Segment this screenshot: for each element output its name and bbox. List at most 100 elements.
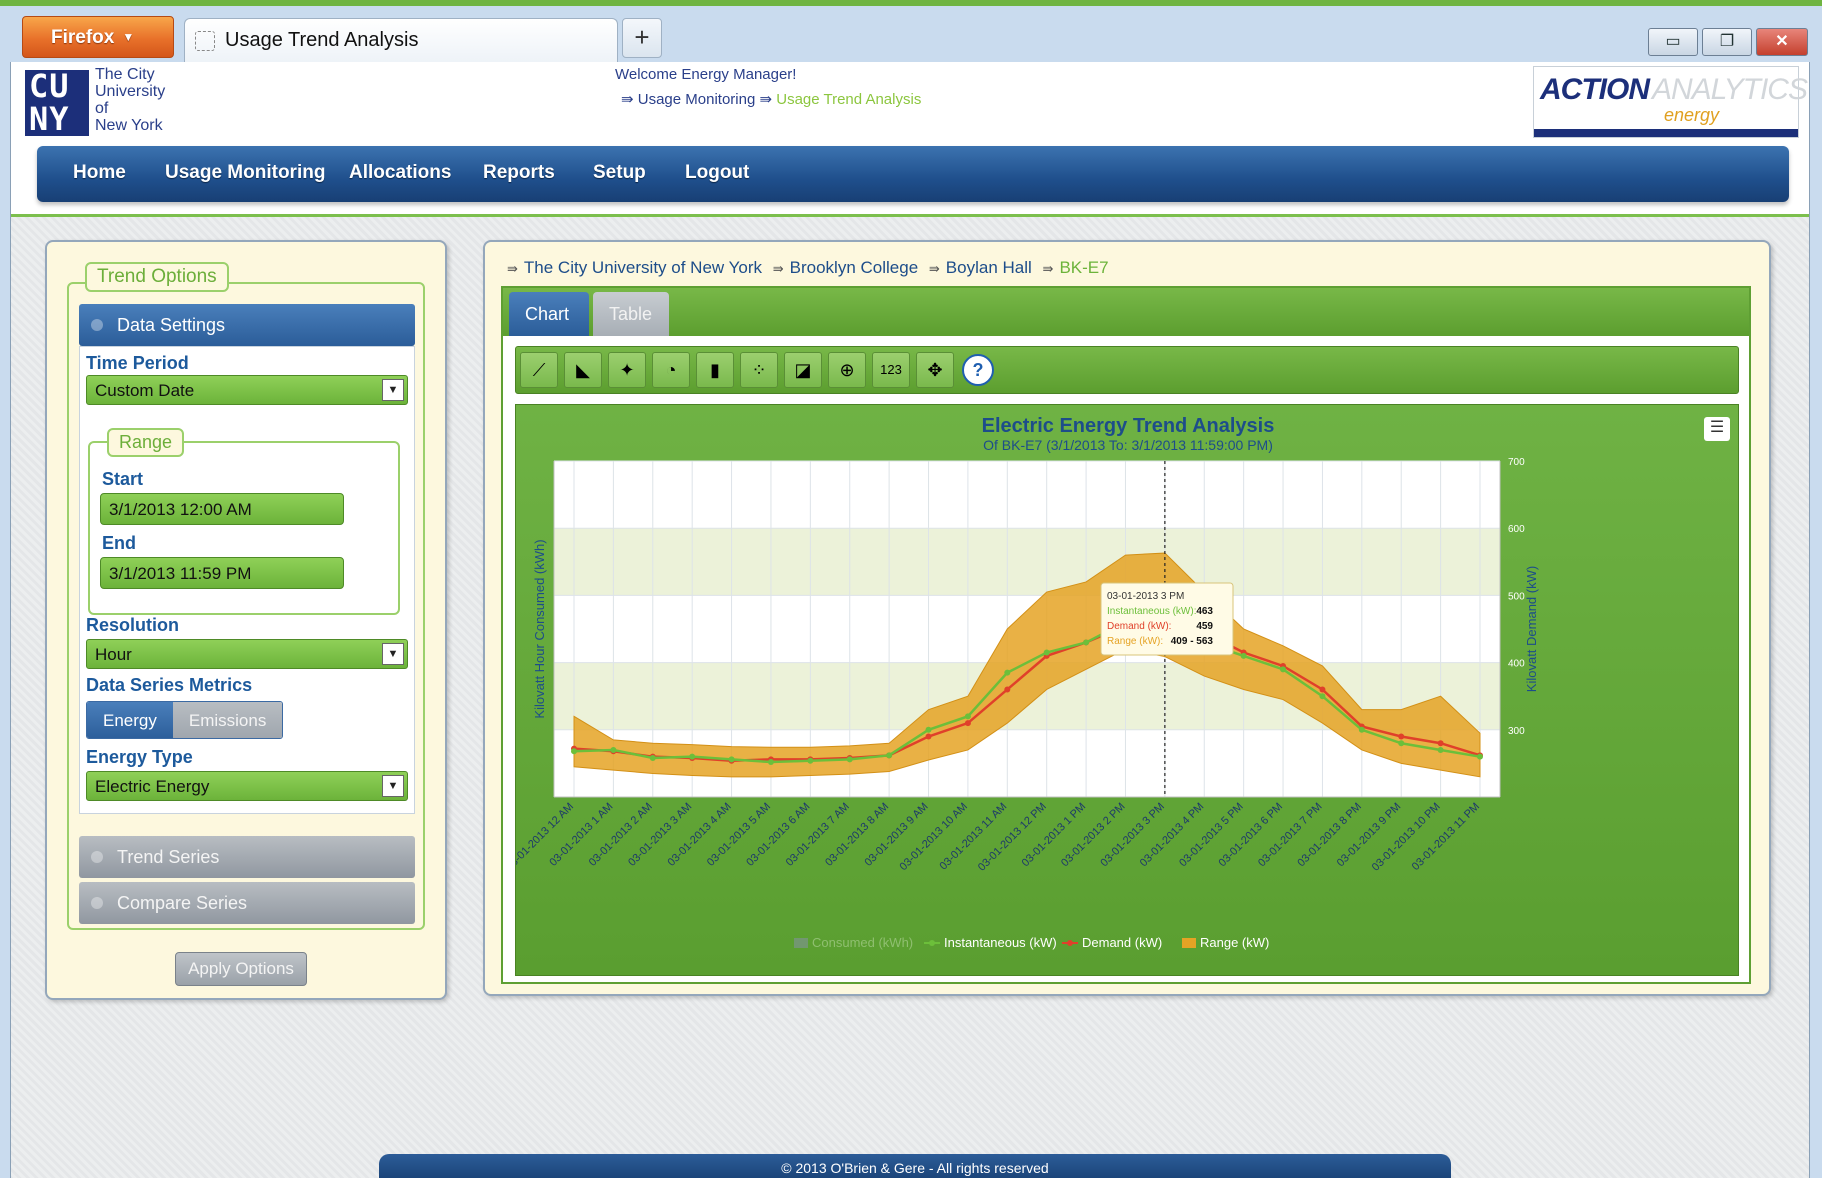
time-period-label: Time Period — [86, 353, 189, 373]
expand-icon — [91, 319, 103, 331]
area-chart-icon[interactable]: ◣ — [564, 352, 602, 388]
time-period-select[interactable]: Custom Date ▼ — [86, 375, 408, 405]
series-instantaneous-point — [846, 756, 853, 763]
tab-table[interactable]: Table — [593, 292, 669, 336]
trend-series-header[interactable]: Trend Series — [79, 836, 415, 878]
range-legend: Range — [107, 428, 185, 457]
breadcrumb-arrow-icon: ⇛ — [621, 91, 638, 108]
series-instantaneous-point — [610, 746, 617, 753]
number-icon[interactable]: 123 — [872, 352, 910, 388]
metrics-label: Data Series Metrics — [86, 675, 253, 695]
end-date-input[interactable]: 3/1/2013 11:59 PM — [100, 557, 344, 589]
pie-chart-icon[interactable]: ◔ — [652, 352, 690, 388]
energy-type-select[interactable]: Electric Energy ▼ — [86, 771, 408, 801]
emissions-toggle[interactable]: Emissions — [172, 702, 283, 738]
chart-toolbar: ⟋ ◣ ✦ ◔ ▮ ⁘ ◪ ⊕ 123 ✥ ? — [515, 346, 1739, 394]
footer: © 2013 O'Brien & Gere - All rights reser… — [379, 1154, 1451, 1178]
new-tab-button[interactable]: + — [622, 18, 662, 58]
energy-type-label: Energy Type — [86, 747, 193, 767]
scatter-icon[interactable]: ⁘ — [740, 352, 778, 388]
nav-setup[interactable]: Setup — [593, 162, 646, 184]
x-tick-label: 03-01-2013 12 AM — [516, 801, 576, 873]
logo-line1: CU — [29, 67, 70, 105]
start-date-input[interactable]: 3/1/2013 12:00 AM — [100, 493, 344, 525]
spline-icon[interactable]: ✦ — [608, 352, 646, 388]
map-icon[interactable]: ◪ — [784, 352, 822, 388]
dropdown-arrow-icon: ▼ — [122, 30, 135, 44]
y-axis-title-left: Kilovatt Hour Consumed (kWh) — [532, 539, 547, 718]
chart-area: Electric Energy Trend Analysis Of BK-E7 … — [515, 404, 1739, 976]
firefox-menu-button[interactable]: Firefox ▼ — [22, 16, 174, 58]
tab-chart[interactable]: Chart — [509, 292, 589, 336]
page-breadcrumb: ⇛ Usage Monitoring ⇛ Usage Trend Analysi… — [621, 90, 921, 108]
series-instantaneous-point — [1437, 746, 1444, 753]
browser-tab[interactable]: Usage Trend Analysis — [184, 18, 618, 62]
tooltip-value: 463 — [1196, 606, 1213, 617]
expand-icon — [91, 897, 103, 909]
crumb-brooklyn-college[interactable]: Brooklyn College — [790, 258, 919, 277]
tooltip-label: Instantaneous (kW): — [1107, 606, 1196, 617]
org-line3: of — [95, 100, 109, 117]
resolution-value: Hour — [95, 645, 132, 664]
nav-usage-monitoring[interactable]: Usage Monitoring — [165, 162, 325, 184]
series-demand-point — [925, 733, 932, 740]
data-settings-header[interactable]: Data Settings — [79, 304, 415, 346]
data-settings-label: Data Settings — [117, 315, 226, 335]
nav-logout[interactable]: Logout — [685, 162, 749, 184]
crumb-usage-monitoring[interactable]: Usage Monitoring — [638, 91, 756, 108]
help-icon[interactable]: ? — [962, 354, 994, 386]
tooltip-label: Demand (kW): — [1107, 621, 1171, 632]
series-instantaneous-point — [1280, 666, 1287, 673]
end-label: End — [102, 533, 136, 553]
x-tick-label: 03-01-2013 10 AM — [898, 801, 970, 873]
series-demand-point — [1398, 733, 1405, 740]
legend-swatch-dot — [1067, 940, 1073, 946]
x-tick-label: 03-01-2013 12 PM — [976, 801, 1049, 874]
line-chart-icon[interactable]: ⟋ — [520, 352, 558, 388]
cuny-logo[interactable]: CU NY — [25, 70, 89, 136]
x-tick-label: 03-01-2013 11 AM — [938, 801, 1010, 873]
trend-options-fieldset: Data Settings Time Period Custom Date ▼ … — [67, 282, 425, 930]
logo-bar — [1534, 129, 1798, 137]
breadcrumb-arrow-icon: ⇛ — [507, 261, 518, 276]
breadcrumb-arrow-icon: ⇛ — [772, 261, 784, 276]
y-tick-label: 500 — [1508, 591, 1525, 602]
brand-action: ACTION — [1540, 73, 1650, 106]
pan-icon[interactable]: ✥ — [916, 352, 954, 388]
tooltip-value: 459 — [1196, 621, 1213, 632]
close-button[interactable]: ✕ — [1756, 28, 1808, 56]
y-tick-label: 400 — [1508, 659, 1525, 670]
energy-toggle[interactable]: Energy — [87, 702, 173, 738]
crumb-cuny[interactable]: The City University of New York — [524, 258, 762, 277]
legend-label: Range (kW) — [1200, 935, 1269, 950]
nav-home[interactable]: Home — [73, 162, 126, 184]
location-breadcrumb: ⇛ The City University of New York ⇛ Brookl… — [501, 258, 1109, 278]
crumb-boylan-hall[interactable]: Boylan Hall — [946, 258, 1032, 277]
apply-options-button[interactable]: Apply Options — [175, 952, 307, 986]
resolution-select[interactable]: Hour ▼ — [86, 639, 408, 669]
zoom-icon[interactable]: ⊕ — [828, 352, 866, 388]
nav-allocations[interactable]: Allocations — [349, 162, 451, 184]
brand-energy: energy — [1664, 105, 1720, 125]
compare-series-header[interactable]: Compare Series — [79, 882, 415, 924]
start-label: Start — [102, 469, 144, 489]
trend-series-label: Trend Series — [117, 847, 220, 867]
series-demand-point — [1437, 740, 1444, 747]
tooltip-value: 409 - 563 — [1171, 636, 1214, 647]
y-tick-label: 700 — [1508, 457, 1525, 468]
legend-label: Instantaneous (kW) — [944, 935, 1057, 950]
nav-reports[interactable]: Reports — [483, 162, 555, 184]
series-instantaneous-point — [767, 759, 774, 766]
series-demand-point — [1004, 686, 1011, 693]
minimize-button[interactable]: ▭ — [1648, 28, 1698, 56]
series-instantaneous-point — [807, 757, 814, 764]
series-instantaneous-point — [886, 752, 893, 759]
chevron-down-icon: ▼ — [382, 379, 404, 401]
bar-chart-icon[interactable]: ▮ — [696, 352, 734, 388]
browser-window: Firefox ▼ Usage Trend Analysis + ▭ ❐ ✕ CU N… — [0, 0, 1822, 1178]
maximize-button[interactable]: ❐ — [1702, 28, 1752, 56]
series-instantaneous-point — [1319, 693, 1326, 700]
data-settings-body: Time Period Custom Date ▼ Start 3/1/2013… — [79, 346, 415, 814]
series-instantaneous-point — [728, 756, 735, 763]
series-instantaneous-point — [1398, 740, 1405, 747]
